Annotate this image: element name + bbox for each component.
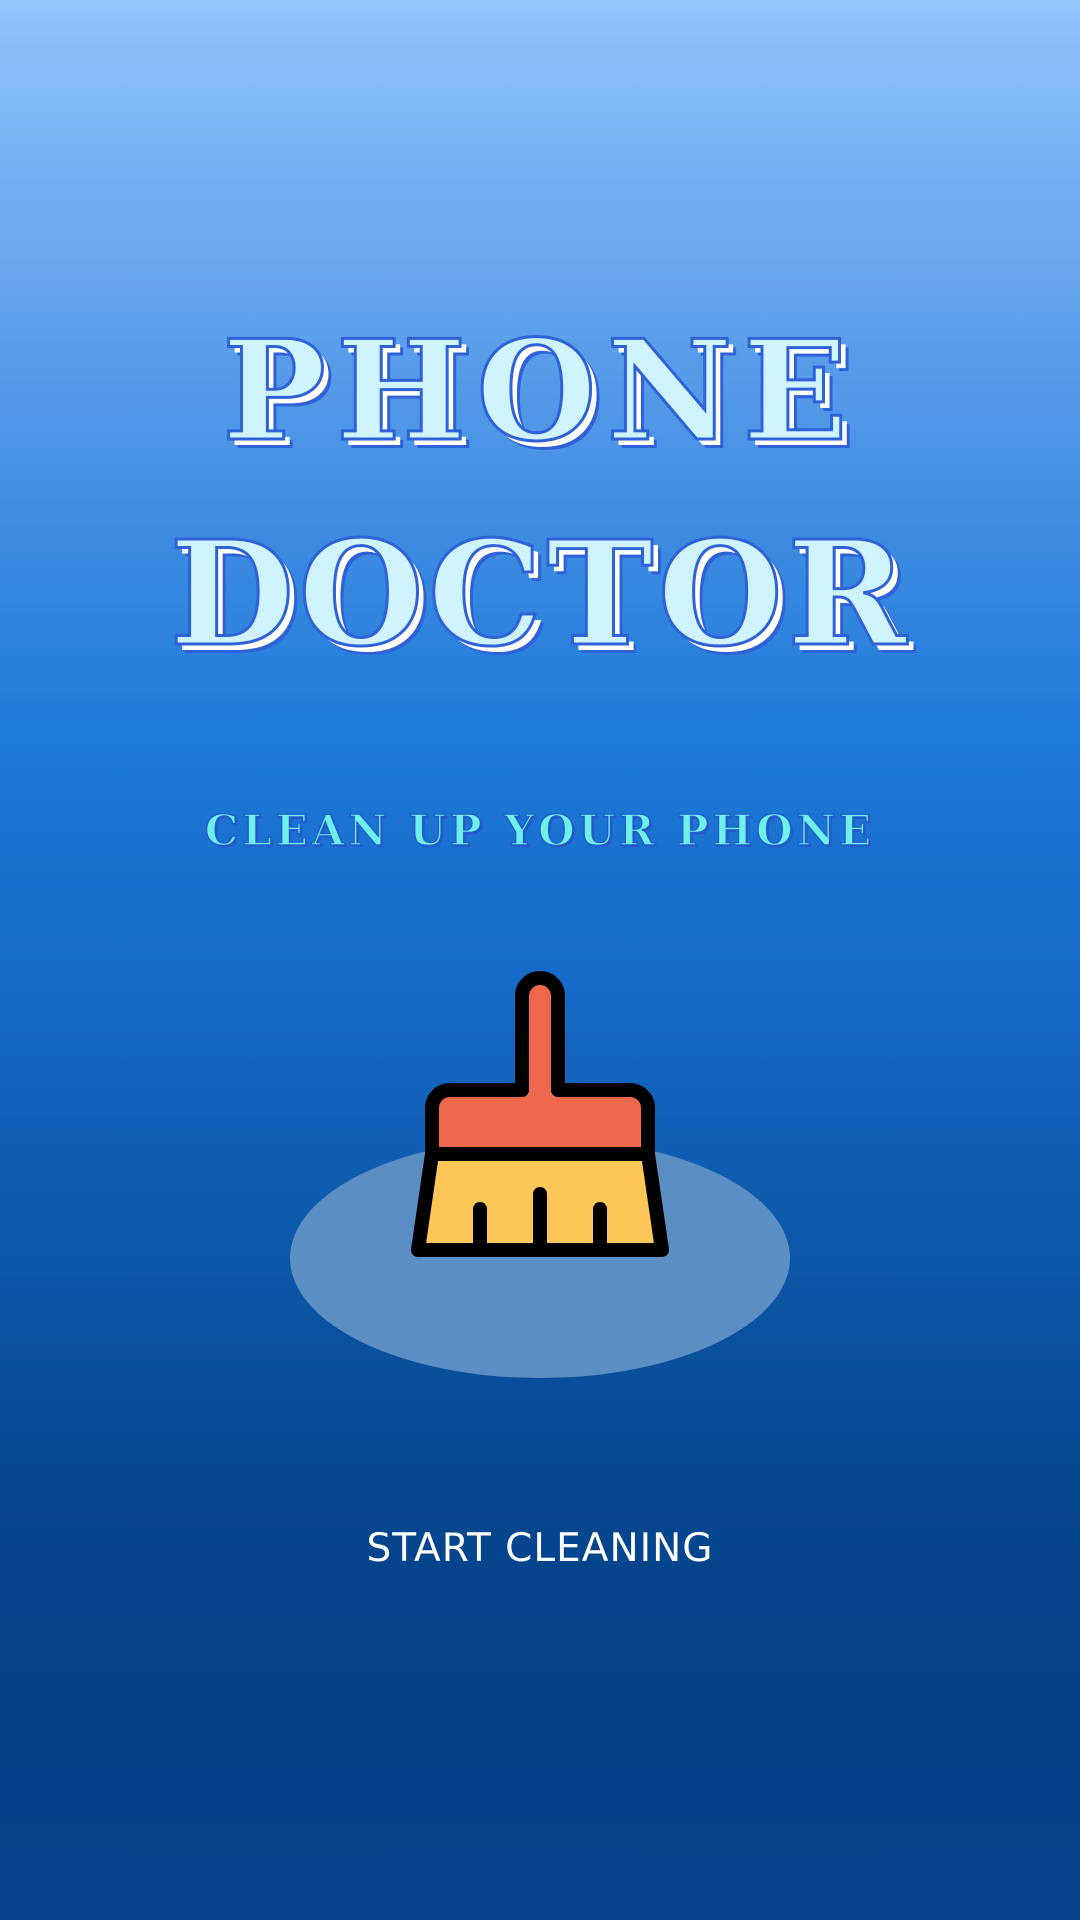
app-subtitle: CLEAN UP YOUR PHONE (204, 805, 876, 856)
app-title-line-1: PHONE (221, 309, 858, 472)
broom-icon (290, 971, 790, 1378)
broom-handle (425, 971, 655, 1161)
app-title-line-2: DOCTOR (168, 509, 911, 678)
hero-illustration (286, 954, 794, 1384)
start-cleaning-button[interactable]: START CLEANING (0, 1526, 1080, 1571)
splash-screen: PHONE DOCTOR CLEAN UP YOUR PHONE START C… (0, 0, 1080, 1920)
